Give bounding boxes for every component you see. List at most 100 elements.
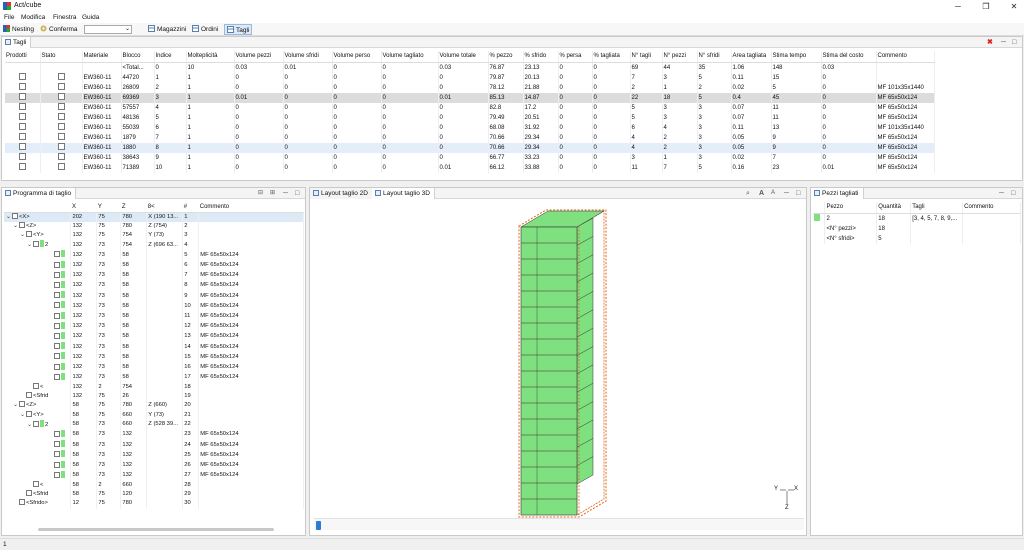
tree-row[interactable]: 132 73 58 14 MF 65x50x124 [4, 342, 304, 353]
pezzi-row[interactable]: 2 18 [3, 4, 5, 7, 8, 9,... [813, 213, 1021, 224]
tree-row[interactable]: 132 73 58 6 MF 65x50x124 [4, 260, 304, 271]
conferma-button[interactable]: Conferma [38, 24, 80, 35]
tree-checkbox[interactable] [54, 430, 60, 437]
tree-row[interactable]: 132 73 58 15 MF 65x50x124 [4, 352, 304, 363]
prodotti-checkbox[interactable] [18, 152, 26, 160]
tree-checkbox[interactable] [54, 441, 60, 448]
column-header[interactable]: X [70, 202, 97, 213]
minimize-icon[interactable]: ─ [999, 188, 1004, 199]
tree-checkbox[interactable] [54, 312, 60, 319]
column-header[interactable] [813, 202, 826, 214]
stato-checkbox[interactable] [57, 132, 65, 140]
profile-select[interactable]: ⌄ [84, 25, 132, 34]
tree-checkbox[interactable] [54, 281, 60, 288]
minimize-icon[interactable]: ─ [283, 188, 288, 199]
stato-checkbox[interactable] [57, 82, 65, 90]
minimize-icon[interactable]: ─ [784, 188, 789, 199]
tree-checkbox[interactable] [54, 302, 60, 309]
tree-row[interactable]: 132 73 58 9 MF 65x50x124 [4, 291, 304, 302]
tree-checkbox[interactable] [54, 451, 60, 458]
tree-checkbox[interactable] [54, 353, 60, 360]
column-header[interactable]: Area tagliata [731, 51, 772, 63]
tree-row[interactable]: 132 73 58 11 MF 65x50x124 [4, 311, 304, 322]
tree-row[interactable]: <132 2 754 18 [4, 382, 304, 393]
tree-row[interactable]: <Sfrid 132 75 26 19 [4, 392, 304, 402]
tree-row[interactable]: <Sfrido> 12 75 780 30 [4, 499, 304, 509]
maximize-icon[interactable]: □ [1011, 188, 1015, 199]
column-header[interactable]: Indice [154, 51, 187, 63]
tree-row[interactable]: 132 73 58 7 MF 65x50x124 [4, 270, 304, 281]
tree-row[interactable]: <58 2 660 28 [4, 480, 304, 491]
column-header[interactable]: 8< [146, 202, 183, 213]
tree-checkbox[interactable] [33, 382, 39, 389]
menu-file[interactable]: File [4, 14, 14, 21]
tab-programma[interactable]: Programma di taglio [2, 188, 77, 199]
tree-row[interactable]: 132 73 58 12 MF 65x50x124 [4, 321, 304, 332]
column-header[interactable]: Commento [876, 51, 935, 63]
tree-checkbox[interactable] [54, 322, 60, 329]
tree-checkbox[interactable] [54, 373, 60, 380]
prodotti-checkbox[interactable] [18, 122, 26, 130]
column-header[interactable]: Commento [962, 202, 1021, 214]
column-header[interactable]: Y [96, 202, 121, 213]
table-row[interactable]: EW360-11 1879 7 1 0 0 0 0 0 70.66 29.34 0 0 4 2 3 0.05 9 0… [5, 132, 935, 143]
tree-checkbox[interactable] [54, 461, 60, 468]
tree-row[interactable]: 132 73 58 13 MF 65x50x124 [4, 331, 304, 343]
table-row[interactable]: EW360-11 44720 1 1 0 0 0 0 0 79.87 20.13 0 0 7 3 5 0.11 1… [5, 72, 935, 83]
timeline-handle[interactable] [316, 521, 321, 530]
tree-row[interactable]: <Sfrid 58 75 120 29 [4, 490, 304, 500]
column-header[interactable]: Volume sfridi [283, 51, 333, 63]
tab-pezzi[interactable]: Pezzi tagliati [811, 188, 864, 199]
tree-row[interactable]: ⌄ <Y> 58 75 660 Y (73) 21 [4, 410, 304, 420]
column-header[interactable]: Volume tagliato [381, 51, 439, 63]
magazzini-button[interactable]: Magazzini [146, 24, 188, 35]
tree-checkbox[interactable] [54, 343, 60, 350]
tree-row[interactable]: ⌄ <Z> 58 75 780 Z (660) 20 [4, 401, 304, 411]
column-header[interactable]: % pezzo [488, 51, 524, 63]
tab-layout-3d[interactable]: Layout taglio 3D [372, 188, 435, 199]
column-header[interactable]: Materiale [82, 51, 122, 63]
prodotti-checkbox[interactable] [18, 142, 26, 150]
tree-checkbox[interactable] [12, 212, 18, 219]
column-header[interactable]: # [182, 202, 199, 213]
table-row[interactable]: EW360-11 38643 9 1 0 0 0 0 0 66.77 33.23 0 0 3 1 3 0.02 7… [5, 152, 935, 163]
maximize-icon[interactable]: □ [295, 188, 299, 199]
tree-row[interactable]: 58 73 132 24 MF 65x50x124 [4, 440, 304, 451]
horizontal-scrollbar[interactable] [38, 528, 274, 531]
column-header[interactable]: Stato [40, 51, 83, 63]
ordini-button[interactable]: Ordini [190, 24, 220, 35]
close-icon[interactable]: ✖ [987, 37, 993, 48]
tree-row[interactable]: 132 73 58 10 MF 65x50x124 [4, 301, 304, 312]
tree-row[interactable]: 58 73 132 23 MF 65x50x124 [4, 429, 304, 441]
font-larger-icon[interactable]: A [759, 188, 764, 199]
tree-row[interactable]: ⌄ <Z> 132 75 780 Z (754) 2 [4, 221, 304, 231]
tree-checkbox[interactable] [54, 261, 60, 268]
minimize-button[interactable]: ─ [951, 1, 965, 12]
stato-checkbox[interactable] [57, 142, 65, 150]
column-header[interactable]: % persa [558, 51, 593, 63]
table-row[interactable]: EW360-11 26809 2 1 0 0 0 0 0 78.12 21.88 0 0 2 1 2 0.02 5… [5, 82, 935, 93]
column-header[interactable]: N° tagli [630, 51, 663, 63]
expand-all-icon[interactable]: ⊞ [270, 188, 275, 199]
stato-checkbox[interactable] [57, 152, 65, 160]
column-header[interactable]: Z [120, 202, 147, 213]
table-row[interactable]: EW360-11 57557 4 1 0 0 0 0 0 82.8 17.2 0 0 5 3 3 0.07 11 0… [5, 102, 935, 113]
column-header[interactable]: Volume totale [438, 51, 489, 63]
table-row[interactable]: EW360-11 55039 6 1 0 0 0 0 0 68.08 31.92 0 0 6 4 3 0.11 1… [5, 122, 935, 133]
prodotti-checkbox[interactable] [18, 72, 26, 80]
tree-checkbox[interactable] [26, 392, 32, 399]
table-row[interactable]: EW360-11 69369 3 1 0.01 0 0 0 0.01 85.13 14.87 0 0 22… [5, 92, 935, 103]
tab-tagli[interactable]: Tagli [2, 37, 32, 48]
column-header[interactable] [4, 202, 71, 213]
font-smaller-icon[interactable]: A [771, 188, 775, 199]
prodotti-checkbox[interactable] [18, 82, 26, 90]
tree-checkbox[interactable] [19, 221, 25, 228]
close-button[interactable]: ✕ [1007, 1, 1021, 12]
tree-checkbox[interactable] [33, 420, 39, 427]
menu-finestra[interactable]: Finestra [53, 14, 76, 21]
timeline-bar[interactable] [314, 518, 804, 530]
tree-checkbox[interactable] [19, 499, 25, 506]
tree-checkbox[interactable] [54, 271, 60, 278]
tree-row[interactable]: 58 73 132 27 MF 65x50x124 [4, 470, 304, 481]
tree-row[interactable]: 132 73 58 8 MF 65x50x124 [4, 280, 304, 292]
